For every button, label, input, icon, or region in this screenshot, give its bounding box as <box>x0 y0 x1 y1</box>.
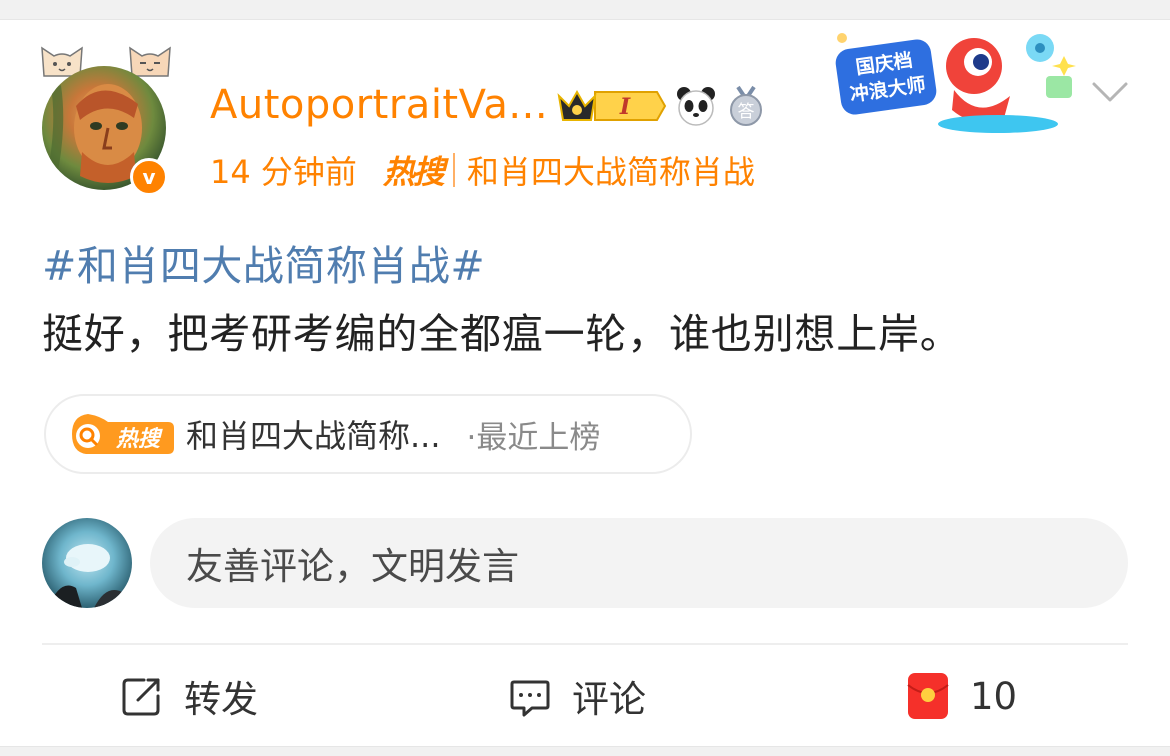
author-name[interactable]: AutoportraitVa... <box>210 82 548 128</box>
level-numeral: I <box>619 94 631 120</box>
author-avatar[interactable]: v <box>40 42 175 196</box>
hot-search-badge: 热搜 <box>64 412 176 456</box>
repost-icon <box>122 678 160 716</box>
hot-search-title: 和肖四大战简称... <box>186 417 441 455</box>
red-envelope-icon <box>907 673 949 719</box>
post-time: 14 分钟前 <box>210 153 357 191</box>
like-count: 10 <box>970 674 1018 718</box>
chevron-down-icon[interactable] <box>1090 78 1130 106</box>
answer-glyph: 答 <box>738 102 755 122</box>
post-hashtag[interactable]: #和肖四大战简称肖战# <box>42 232 485 292</box>
panda-icon[interactable] <box>675 85 717 127</box>
comment-label: 评论 <box>572 678 646 721</box>
topic-source-link[interactable]: 和肖四大战简称肖战 <box>467 147 755 193</box>
cat-ears-icon <box>129 46 171 77</box>
repost-button[interactable]: 转发 <box>120 668 258 724</box>
comment-icon <box>510 680 550 717</box>
comment-button[interactable]: 评论 <box>508 668 646 724</box>
action-divider <box>42 643 1128 645</box>
my-avatar[interactable] <box>42 518 132 608</box>
crown-level-icon[interactable]: I <box>555 86 667 126</box>
post-text: 挺好，把考研考编的全都瘟一轮，谁也别想上岸。 <box>42 310 962 358</box>
post-meta: 14 分钟前 热搜 和肖四大战简称肖战 <box>210 148 755 192</box>
verified-icon: v <box>130 158 168 196</box>
hot-search-card[interactable]: 热搜 和肖四大战简称... ·最近上榜 <box>44 394 692 474</box>
top-separator <box>0 0 1170 20</box>
holiday-promo-sticker[interactable]: 国庆档 冲浪大师 <box>828 26 1082 138</box>
comment-input[interactable]: 友善评论，文明发言 <box>150 518 1128 608</box>
bottom-separator <box>0 746 1170 756</box>
answer-medal-icon[interactable]: 答 <box>725 85 767 127</box>
hot-search-note: ·最近上榜 <box>466 419 601 456</box>
hot-badge-text: 热搜 <box>115 427 163 452</box>
repost-label: 转发 <box>184 678 258 721</box>
like-button[interactable]: 10 <box>906 668 1017 724</box>
meta-divider <box>452 153 455 187</box>
hot-search-mark: 热搜 <box>382 153 445 191</box>
author-badges: I 答 <box>555 82 767 130</box>
